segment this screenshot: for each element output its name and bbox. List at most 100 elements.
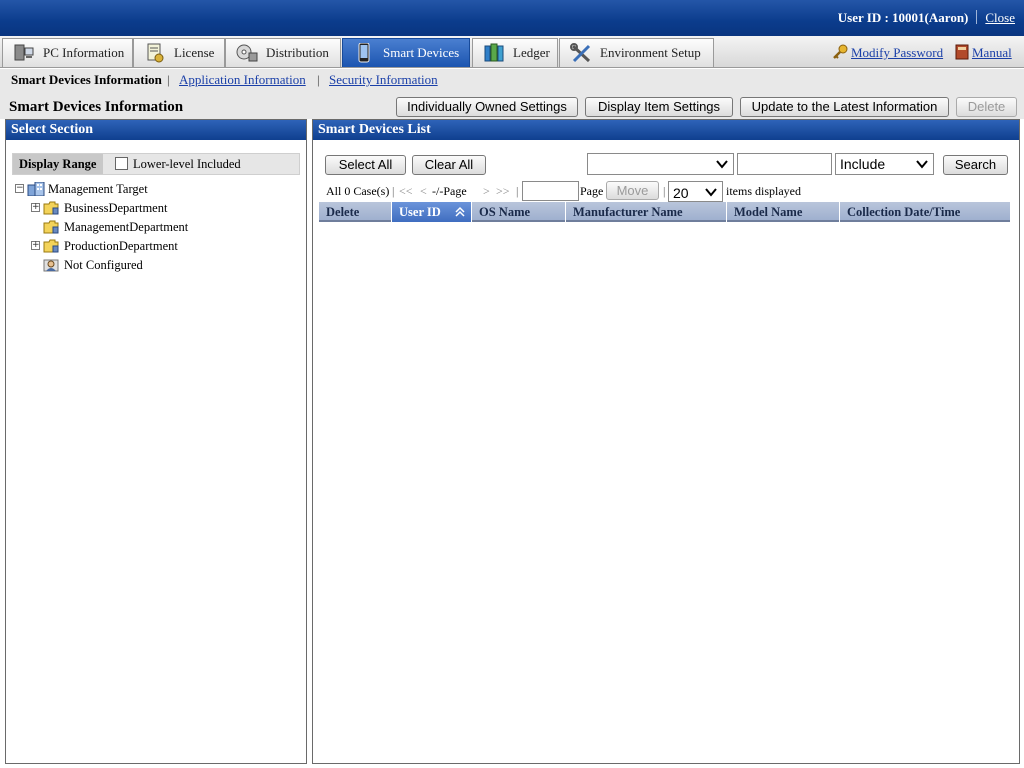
tree-label: BusinessDepartment	[64, 201, 168, 215]
building-icon	[27, 182, 45, 196]
search-field-select[interactable]	[587, 153, 734, 175]
license-icon	[147, 43, 164, 63]
sub-navigation: Smart Devices Information | Application …	[0, 69, 1024, 93]
update-latest-information-button[interactable]: Update to the Latest Information	[740, 97, 949, 117]
search-match-value: Include	[840, 156, 886, 172]
chevron-down-icon	[916, 160, 928, 169]
tree-label: Management Target	[48, 182, 148, 196]
column-header-model-name[interactable]: Model Name	[727, 202, 840, 222]
subnav-security-information[interactable]: Security Information	[329, 72, 438, 87]
folder-icon	[43, 201, 59, 215]
select-section-title: Select Section	[6, 120, 306, 140]
column-header-label: User ID	[399, 205, 441, 219]
select-all-button[interactable]: Select All	[325, 155, 406, 175]
modify-password-link[interactable]: Modify Password	[851, 45, 943, 61]
app-header: User ID : 10001(Aaron) Close	[0, 0, 1024, 36]
tree-label: ManagementDepartment	[64, 220, 189, 234]
sort-ascending-icon	[455, 206, 465, 217]
lower-level-included-checkbox[interactable]	[115, 157, 128, 170]
folder-icon	[43, 220, 59, 234]
user-id-label: User ID : 10001(Aaron)	[837, 10, 969, 25]
select-section-panel: Select Section Display Range Lower-level…	[5, 119, 307, 764]
ledger-icon	[484, 43, 504, 62]
items-displayed-label: items displayed	[726, 184, 801, 198]
items-per-page-select[interactable]: 20	[668, 181, 723, 202]
tab-label: Distribution	[266, 45, 329, 60]
tree-node-business-department[interactable]: + BusinessDepartment	[31, 200, 231, 218]
tab-label: PC Information	[43, 45, 125, 60]
expand-icon[interactable]: +	[31, 241, 40, 250]
pc-icon	[14, 44, 34, 61]
tab-label: License	[174, 45, 215, 60]
page-label: Page	[580, 184, 604, 198]
manual-book-icon	[955, 44, 969, 60]
clear-all-button[interactable]: Clear All	[412, 155, 486, 175]
user-info: User ID : 10001(Aaron) Close	[838, 10, 1015, 26]
previous-page-link[interactable]: <	[420, 184, 427, 199]
search-button[interactable]: Search	[943, 155, 1008, 175]
key-icon	[833, 44, 848, 59]
devices-table-header: Delete User ID OS Name Manufacturer Name…	[319, 202, 1010, 222]
page-title-bar: Smart Devices Information Individually O…	[0, 93, 1024, 119]
tree-node-not-configured[interactable]: Not Configured	[31, 257, 231, 275]
tools-icon	[570, 43, 591, 63]
tree-node-management-department[interactable]: ManagementDepartment	[31, 219, 231, 237]
pagination-bar: All 0 Case(s) | << < -/-Page > >> | Page…	[326, 181, 1016, 203]
display-range-label: Display Range	[13, 154, 103, 174]
subnav-separator: |	[317, 72, 320, 87]
folder-icon	[43, 239, 59, 253]
main-tab-bar: PC Information License Distribution Smar…	[0, 36, 1024, 68]
tab-label: Ledger	[513, 45, 550, 60]
column-header-collection-date-time[interactable]: Collection Date/Time	[840, 202, 1010, 222]
display-range-bar: Display Range Lower-level Included	[12, 153, 300, 175]
display-item-settings-button[interactable]: Display Item Settings	[585, 97, 733, 117]
tab-pc-information[interactable]: PC Information	[2, 38, 133, 67]
tab-label: Smart Devices	[383, 45, 460, 60]
column-header-delete[interactable]: Delete	[319, 202, 392, 222]
pager-separator: |	[392, 184, 395, 198]
individually-owned-settings-button[interactable]: Individually Owned Settings	[396, 97, 578, 117]
smart-devices-list-title: Smart Devices List	[313, 120, 1019, 140]
manual-link[interactable]: Manual	[972, 45, 1012, 61]
tree-label: Not Configured	[64, 258, 143, 272]
page-indicator: -/-Page	[432, 184, 467, 198]
page-title: Smart Devices Information	[9, 99, 184, 115]
subnav-separator: |	[167, 72, 170, 87]
search-match-select[interactable]: Include	[835, 153, 934, 175]
tab-distribution[interactable]: Distribution	[225, 38, 341, 67]
distribution-icon	[236, 44, 258, 62]
close-link[interactable]: Close	[985, 10, 1015, 25]
case-count: All 0 Case(s)	[326, 184, 390, 198]
collapse-icon[interactable]: −	[15, 184, 24, 193]
pager-separator: |	[516, 184, 519, 198]
items-per-page-value: 20	[673, 185, 689, 201]
first-page-link[interactable]: <<	[399, 184, 413, 199]
user-folder-icon	[43, 259, 59, 272]
smartphone-icon	[358, 43, 370, 63]
next-page-link[interactable]: >	[483, 184, 490, 199]
smart-devices-list-panel: Smart Devices List Select All Clear All …	[312, 119, 1020, 764]
lower-level-included-label: Lower-level Included	[133, 157, 241, 171]
tree-node-production-department[interactable]: + ProductionDepartment	[31, 238, 231, 256]
search-text-input[interactable]	[737, 153, 832, 175]
subnav-application-information[interactable]: Application Information	[179, 72, 306, 87]
expand-icon[interactable]: +	[31, 203, 40, 212]
column-header-manufacturer-name[interactable]: Manufacturer Name	[566, 202, 727, 222]
column-header-os-name[interactable]: OS Name	[472, 202, 566, 222]
tab-label: Environment Setup	[600, 45, 701, 60]
tab-ledger[interactable]: Ledger	[472, 38, 558, 67]
delete-button[interactable]: Delete	[956, 97, 1017, 117]
move-button[interactable]: Move	[606, 181, 659, 200]
chevron-down-icon	[716, 160, 728, 169]
pager-separator: |	[663, 184, 666, 198]
subnav-current: Smart Devices Information	[11, 72, 162, 87]
tab-smart-devices[interactable]: Smart Devices	[342, 38, 470, 67]
tab-license[interactable]: License	[133, 38, 225, 67]
tree-label: ProductionDepartment	[64, 239, 178, 253]
last-page-link[interactable]: >>	[496, 184, 510, 199]
tree-node-management-target[interactable]: − Management Target	[15, 181, 215, 199]
tab-environment-setup[interactable]: Environment Setup	[559, 38, 714, 67]
chevron-down-icon	[705, 188, 717, 197]
column-header-user-id[interactable]: User ID	[392, 202, 472, 222]
page-number-input[interactable]	[522, 181, 579, 201]
